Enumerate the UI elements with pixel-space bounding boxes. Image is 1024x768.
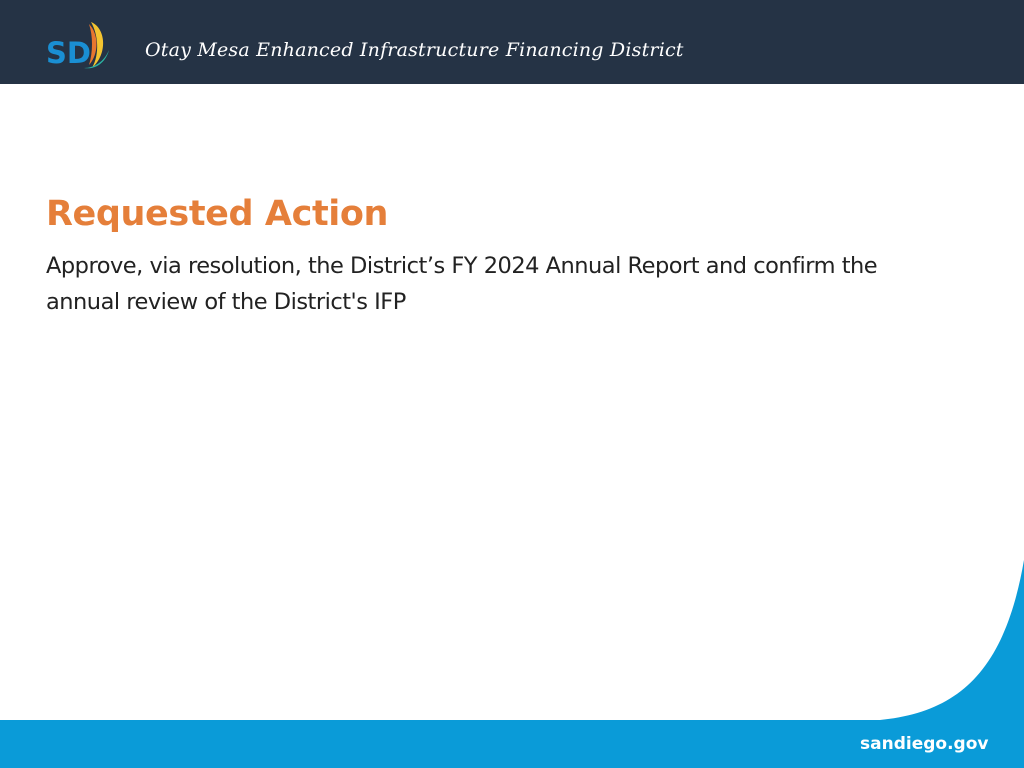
logo-text: SD	[46, 36, 91, 70]
footer-url[interactable]: sandiego.gov	[860, 734, 988, 754]
slide-body: Approve, via resolution, the District’s …	[46, 253, 878, 315]
district-title: Otay Mesa Enhanced Infrastructure Financ…	[145, 39, 684, 61]
city-of-san-diego-logo-icon[interactable]: SD	[44, 18, 112, 70]
slide-heading: Requested Action	[46, 194, 389, 234]
header-bar: SD Otay Mesa Enhanced Infrastructure Fin…	[0, 0, 1024, 84]
